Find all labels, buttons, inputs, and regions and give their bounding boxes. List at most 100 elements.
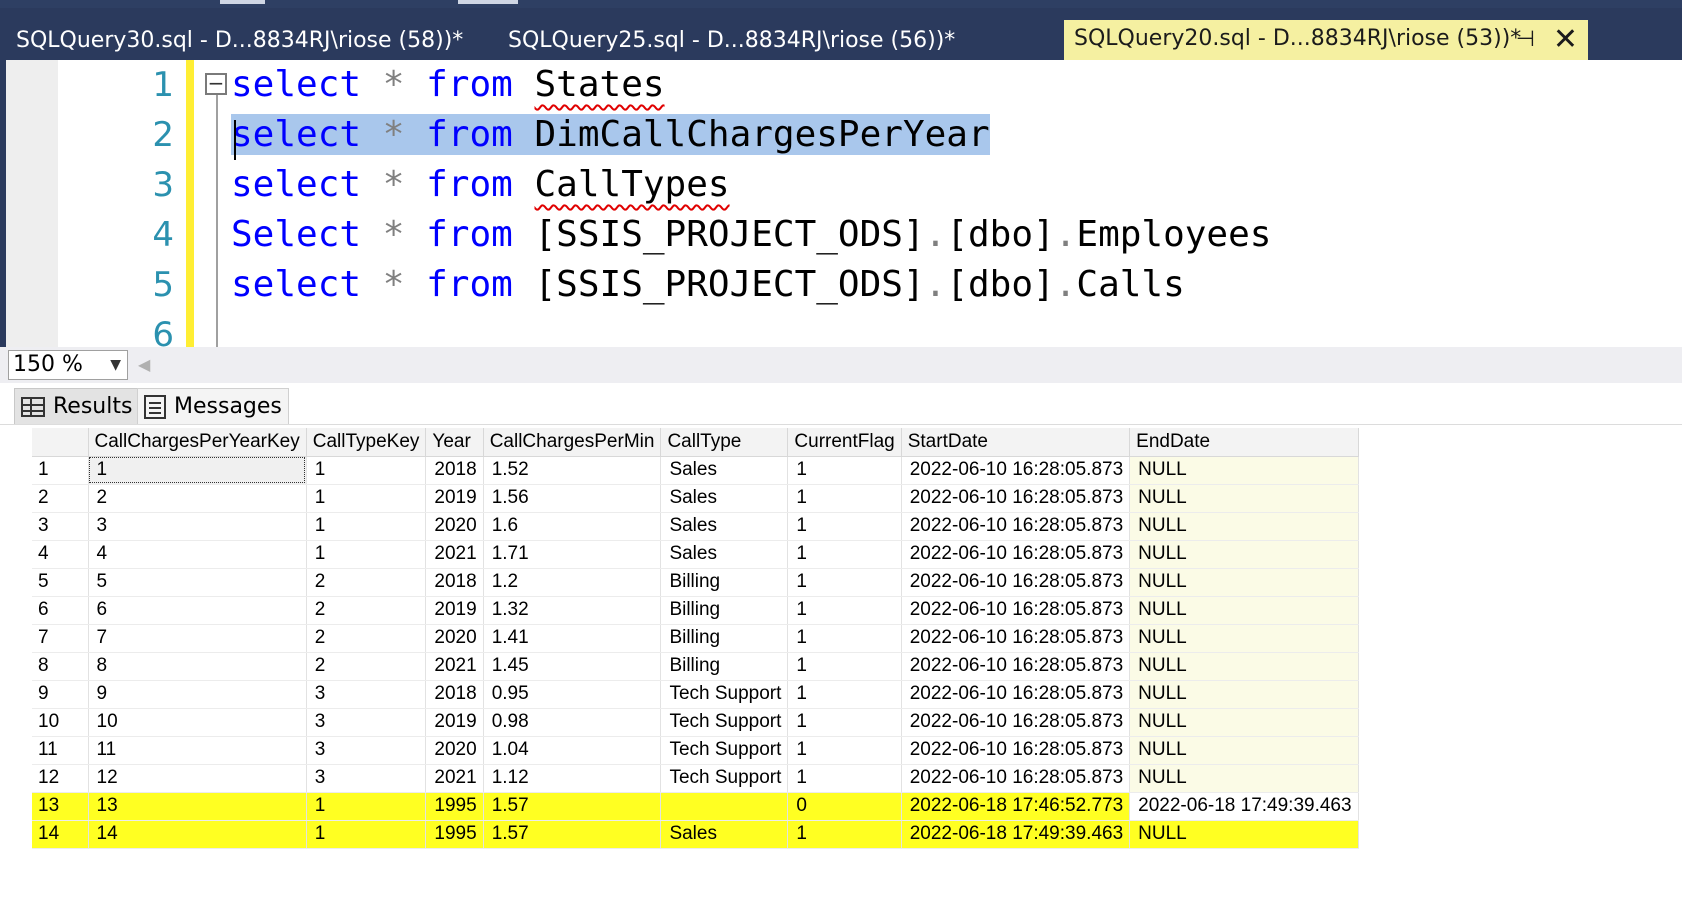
row-header[interactable]: 11 — [32, 736, 89, 765]
query-editor[interactable]: − 1 select * from States 2 select * from… — [0, 60, 1682, 347]
grid-cell[interactable]: 0.98 — [483, 708, 662, 737]
column-header[interactable]: CallChargesPerYearKey — [88, 428, 307, 457]
grid-cell[interactable]: 1.32 — [483, 596, 662, 625]
grid-cell[interactable]: 6 — [88, 596, 307, 625]
row-header[interactable]: 13 — [32, 792, 89, 821]
grid-cell[interactable]: 2022-06-10 16:28:05.873 — [901, 736, 1131, 765]
grid-cell[interactable]: 2022-06-10 16:28:05.873 — [901, 568, 1131, 597]
row-header[interactable]: 2 — [32, 484, 89, 513]
row-header[interactable]: 5 — [32, 568, 89, 597]
table-row[interactable]: 12 12 3 2021 1.12 Tech Support 1 2022-06-10 16:… — [32, 764, 1359, 793]
grid-cell[interactable]: 2022-06-10 16:28:05.873 — [901, 540, 1131, 569]
grid-cell[interactable]: 11 — [88, 736, 307, 765]
grid-cell[interactable]: 9 — [88, 680, 307, 709]
grid-cell[interactable]: 0.95 — [483, 680, 662, 709]
grid-cell[interactable]: 10 — [88, 708, 307, 737]
grid-cell[interactable]: 1.45 — [483, 652, 662, 681]
grid-cell[interactable]: NULL — [1129, 708, 1359, 737]
table-row[interactable]: 10 10 3 2019 0.98 Tech Support 1 2022-06-10 16:… — [32, 708, 1359, 737]
column-header[interactable]: CallTypeKey — [306, 428, 427, 457]
chevron-down-icon[interactable]: ▼ — [110, 351, 121, 379]
code-text[interactable]: Select * from [SSIS_PROJECT_ODS].[dbo].E… — [231, 210, 1271, 260]
grid-cell[interactable]: 1 — [306, 792, 427, 821]
grid-cell[interactable]: 1.52 — [483, 456, 662, 485]
grid-cell[interactable]: 1.56 — [483, 484, 662, 513]
grid-cell[interactable]: 2 — [306, 568, 427, 597]
grid-cell[interactable]: Tech Support — [660, 708, 789, 737]
grid-cell[interactable]: 1 — [306, 540, 427, 569]
grid-cell[interactable]: 1995 — [425, 820, 484, 849]
grid-cell[interactable]: 1.2 — [483, 568, 662, 597]
grid-cell[interactable]: 1.57 — [483, 792, 662, 821]
grid-cell[interactable]: NULL — [1129, 820, 1359, 849]
grid-cell[interactable]: 2022-06-10 16:28:05.873 — [901, 624, 1131, 653]
grid-cell[interactable]: Billing — [660, 596, 789, 625]
row-header[interactable]: 10 — [32, 708, 89, 737]
tab-sqlquery25[interactable]: SQLQuery25.sql - D...8834RJ\riose (56))* — [494, 22, 994, 60]
table-row[interactable]: 4 4 1 2021 1.71 Sales 1 2022-06-10 16:28:05.873… — [32, 540, 1359, 569]
grid-cell[interactable]: 14 — [88, 820, 307, 849]
table-row[interactable]: 8 8 2 2021 1.45 Billing 1 2022-06-10 16:28:05.8… — [32, 652, 1359, 681]
row-header[interactable]: 4 — [32, 540, 89, 569]
grid-cell[interactable]: 1.04 — [483, 736, 662, 765]
grid-cell[interactable]: 3 — [306, 736, 427, 765]
grid-cell[interactable]: 1.71 — [483, 540, 662, 569]
grid-cell[interactable]: NULL — [1129, 540, 1359, 569]
table-row[interactable]: 5 5 2 2018 1.2 Billing 1 2022-06-10 16:28:05.87… — [32, 568, 1359, 597]
table-row[interactable]: 11 11 3 2020 1.04 Tech Support 1 2022-06-10 16:… — [32, 736, 1359, 765]
tab-sqlquery30[interactable]: SQLQuery30.sql - D...8834RJ\riose (58))* — [2, 22, 502, 60]
grid-cell[interactable]: NULL — [1129, 568, 1359, 597]
row-header[interactable]: 3 — [32, 512, 89, 541]
grid-cell[interactable]: 7 — [88, 624, 307, 653]
grid-cell[interactable] — [660, 792, 789, 821]
table-row[interactable]: 2 2 1 2019 1.56 Sales 1 2022-06-10 16:28:05.873… — [32, 484, 1359, 513]
grid-cell[interactable]: 2022-06-18 17:46:52.773 — [901, 792, 1131, 821]
pin-icon[interactable]: ⊣ — [1516, 21, 1535, 59]
row-header[interactable]: 12 — [32, 764, 89, 793]
grid-cell[interactable]: 3 — [306, 680, 427, 709]
grid-cell[interactable]: 1 — [787, 652, 902, 681]
code-line-3[interactable]: 3 select * from CallTypes — [6, 160, 1682, 210]
grid-cell[interactable]: 2021 — [425, 652, 484, 681]
grid-cell[interactable]: 2019 — [425, 708, 484, 737]
grid-cell[interactable]: NULL — [1129, 512, 1359, 541]
grid-cell[interactable]: 2018 — [425, 568, 484, 597]
grid-cell[interactable]: NULL — [1129, 596, 1359, 625]
grid-cell[interactable]: 3 — [306, 708, 427, 737]
grid-cell[interactable]: 2022-06-10 16:28:05.873 — [901, 680, 1131, 709]
grid-cell[interactable]: 1 — [306, 512, 427, 541]
grid-cell[interactable]: 1 — [787, 820, 902, 849]
grid-cell[interactable]: NULL — [1129, 736, 1359, 765]
grid-cell[interactable]: 1 — [787, 624, 902, 653]
grid-cell[interactable]: NULL — [1129, 456, 1359, 485]
row-header[interactable]: 7 — [32, 624, 89, 653]
grid-cell[interactable]: 8 — [88, 652, 307, 681]
code-text-selected[interactable]: select * from DimCallChargesPerYear — [231, 110, 990, 160]
grid-cell[interactable]: 2 — [306, 596, 427, 625]
grid-cell[interactable]: 2020 — [425, 624, 484, 653]
grid-cell[interactable]: 1 — [787, 596, 902, 625]
grid-cell[interactable]: 3 — [88, 512, 307, 541]
tab-messages[interactable]: Messages — [137, 388, 289, 424]
grid-cell[interactable]: 2022-06-10 16:28:05.873 — [901, 484, 1131, 513]
grid-cell[interactable]: Billing — [660, 624, 789, 653]
grid-cell[interactable]: 2022-06-10 16:28:05.873 — [901, 456, 1131, 485]
grid-cell[interactable]: 1.12 — [483, 764, 662, 793]
grid-cell[interactable]: Sales — [660, 484, 789, 513]
grid-cell[interactable]: 1.57 — [483, 820, 662, 849]
grid-cell[interactable]: NULL — [1129, 652, 1359, 681]
code-line-5[interactable]: 5 select * from [SSIS_PROJECT_ODS].[dbo]… — [6, 260, 1682, 310]
grid-cell[interactable]: 2019 — [425, 596, 484, 625]
grid-cell[interactable]: 2021 — [425, 540, 484, 569]
grid-cell[interactable]: 2019 — [425, 484, 484, 513]
grid-cell[interactable]: 1 — [88, 456, 307, 485]
grid-cell[interactable]: 1 — [787, 736, 902, 765]
grid-cell[interactable]: 1 — [787, 708, 902, 737]
grid-cell[interactable]: 2018 — [425, 680, 484, 709]
grid-cell[interactable]: NULL — [1129, 624, 1359, 653]
table-row[interactable]: 6 6 2 2019 1.32 Billing 1 2022-06-10 16:28:05.8… — [32, 596, 1359, 625]
grid-cell[interactable]: 13 — [88, 792, 307, 821]
row-header[interactable]: 8 — [32, 652, 89, 681]
grid-cell[interactable]: 1995 — [425, 792, 484, 821]
grid-cell[interactable]: NULL — [1129, 484, 1359, 513]
